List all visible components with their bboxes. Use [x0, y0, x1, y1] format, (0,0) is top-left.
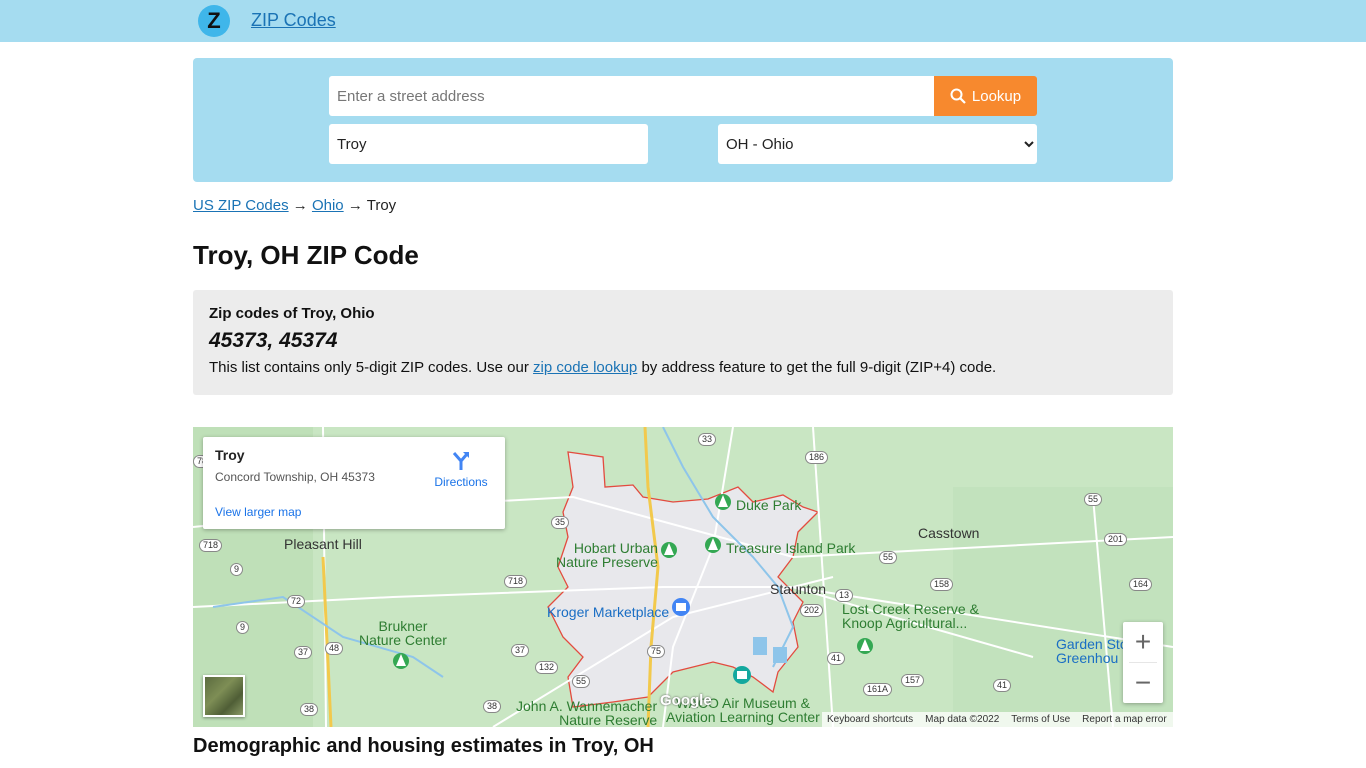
- page-title: Troy, OH ZIP Code: [193, 240, 419, 270]
- map-label-treasure-island-park: Treasure Island Park: [726, 540, 856, 556]
- map-label-brukner: Brukner Nature Center: [359, 619, 447, 647]
- map-label-staunton: Staunton: [770, 581, 827, 597]
- site-title-link[interactable]: ZIP Codes: [251, 10, 336, 31]
- route-shield: 48: [325, 642, 344, 655]
- breadcrumb-current: Troy: [366, 197, 397, 214]
- zoom-out-button[interactable]: −: [1123, 663, 1163, 703]
- map-label-lost-creek: Lost Creek Reserve & Knoop Agricultural..…: [842, 602, 979, 630]
- map-label-garden-line2: Greenhou: [1056, 650, 1119, 666]
- address-input[interactable]: [329, 76, 935, 116]
- map-label-waco-line2: Aviation Learning Center: [666, 709, 820, 725]
- directions-button[interactable]: Directions: [431, 449, 491, 489]
- map-label-wannemacher: John A. Wannemacher Nature Reserve: [516, 699, 657, 727]
- map-label-duke-park: Duke Park: [736, 497, 802, 513]
- lookup-label: Lookup: [971, 87, 1022, 105]
- route-shield: 164: [1129, 578, 1153, 591]
- route-shield: 37: [294, 646, 313, 659]
- route-shield: 55: [879, 551, 898, 564]
- park-marker[interactable]: [393, 653, 409, 669]
- route-shield: 157: [901, 674, 925, 687]
- park-marker[interactable]: [715, 494, 731, 510]
- breadcrumb-arrow: →: [292, 197, 308, 214]
- map-label-hobart: Hobart Urban Nature Preserve: [556, 541, 658, 569]
- route-shield: 41: [993, 679, 1012, 692]
- zip-codes-label: Zip codes of Troy, Ohio: [209, 305, 375, 322]
- map-label-brukner-line2: Nature Center: [359, 632, 447, 648]
- route-shield: 38: [483, 700, 502, 713]
- directions-label: Directions: [434, 475, 488, 489]
- route-shield: 161A: [863, 683, 893, 696]
- route-shield: 9: [230, 563, 244, 576]
- route-shield: 13: [835, 589, 854, 602]
- breadcrumb: US ZIP Codes → Ohio → Troy: [193, 197, 396, 214]
- report-map-error-link[interactable]: Report a map error: [1082, 714, 1166, 725]
- map-zoom-control: + −: [1123, 622, 1163, 703]
- zip-codes-box: Zip codes of Troy, Ohio 45373, 45374 Thi…: [193, 290, 1173, 395]
- route-shield: 718: [199, 539, 223, 552]
- shopping-marker[interactable]: [672, 598, 690, 616]
- route-shield: 55: [1084, 493, 1103, 506]
- museum-marker[interactable]: [733, 666, 751, 684]
- map-label-kroger: Kroger Marketplace: [547, 604, 670, 620]
- map-label-garden: Garden Sto Greenhou: [1056, 637, 1128, 665]
- site-logo[interactable]: Z: [198, 5, 230, 37]
- map-attribution: Keyboard shortcuts Map data ©2022 Terms …: [822, 712, 1173, 727]
- route-shield: 38: [300, 703, 319, 716]
- terms-of-use-link[interactable]: Terms of Use: [1011, 714, 1070, 725]
- google-logo: Google: [660, 692, 712, 709]
- zoom-in-button[interactable]: +: [1123, 622, 1163, 662]
- map-label-wannemacher-line2: Nature Reserve: [559, 712, 658, 727]
- route-shield: 158: [930, 578, 954, 591]
- route-shield: 201: [1104, 533, 1128, 546]
- route-shield: 186: [805, 451, 829, 464]
- map-data-text: Map data ©2022: [925, 714, 1000, 725]
- route-shield: 202: [800, 604, 824, 617]
- route-shield: 55: [572, 675, 591, 688]
- state-select[interactable]: OH - Ohio: [718, 124, 1037, 164]
- park-marker[interactable]: [705, 537, 721, 553]
- route-shield: 41: [827, 652, 846, 665]
- map-label-lost-creek-line2: Knoop Agricultural...: [842, 615, 968, 631]
- map-label-casstown: Casstown: [918, 525, 980, 541]
- zip-lookup-link[interactable]: zip code lookup: [533, 359, 637, 376]
- top-bar: Z ZIP Codes: [0, 0, 1366, 42]
- breadcrumb-arrow: →: [347, 197, 363, 214]
- keyboard-shortcuts-link[interactable]: Keyboard shortcuts: [827, 714, 913, 725]
- search-icon: [950, 88, 966, 104]
- note-text-before: This list contains only 5-digit ZIP code…: [209, 359, 534, 376]
- route-shield: 132: [535, 661, 559, 674]
- park-marker[interactable]: [661, 542, 677, 558]
- map-label-hobart-line2: Nature Preserve: [556, 554, 658, 570]
- route-shield: 9: [236, 621, 250, 634]
- directions-icon: [452, 452, 469, 470]
- lookup-button[interactable]: Lookup: [934, 76, 1037, 116]
- route-shield: 718: [504, 575, 528, 588]
- map-place-name: Troy: [215, 447, 245, 463]
- park-marker[interactable]: [857, 638, 873, 654]
- satellite-layer-toggle[interactable]: [203, 675, 245, 717]
- route-shield: 33: [698, 433, 717, 446]
- city-input[interactable]: [329, 124, 648, 164]
- map-label-pleasant-hill: Pleasant Hill: [284, 536, 362, 552]
- route-shield: 72: [287, 595, 306, 608]
- map-place-address: Concord Township, OH 45373: [215, 470, 375, 484]
- zip-codes-note: This list contains only 5-digit ZIP code…: [209, 359, 1157, 376]
- section-title: Demographic and housing estimates in Tro…: [193, 735, 654, 757]
- route-shield: 75: [647, 645, 666, 658]
- zip-codes-list: 45373, 45374: [209, 329, 338, 352]
- route-shield: 35: [551, 516, 570, 529]
- note-text-after: by address feature to get the full 9-dig…: [637, 359, 997, 376]
- map-info-card: Troy Concord Township, OH 45373 View lar…: [203, 437, 505, 529]
- route-shield: 37: [511, 644, 530, 657]
- breadcrumb-root-link[interactable]: US ZIP Codes: [193, 197, 289, 214]
- view-larger-map-link[interactable]: View larger map: [215, 505, 301, 519]
- breadcrumb-state-link[interactable]: Ohio: [312, 197, 344, 214]
